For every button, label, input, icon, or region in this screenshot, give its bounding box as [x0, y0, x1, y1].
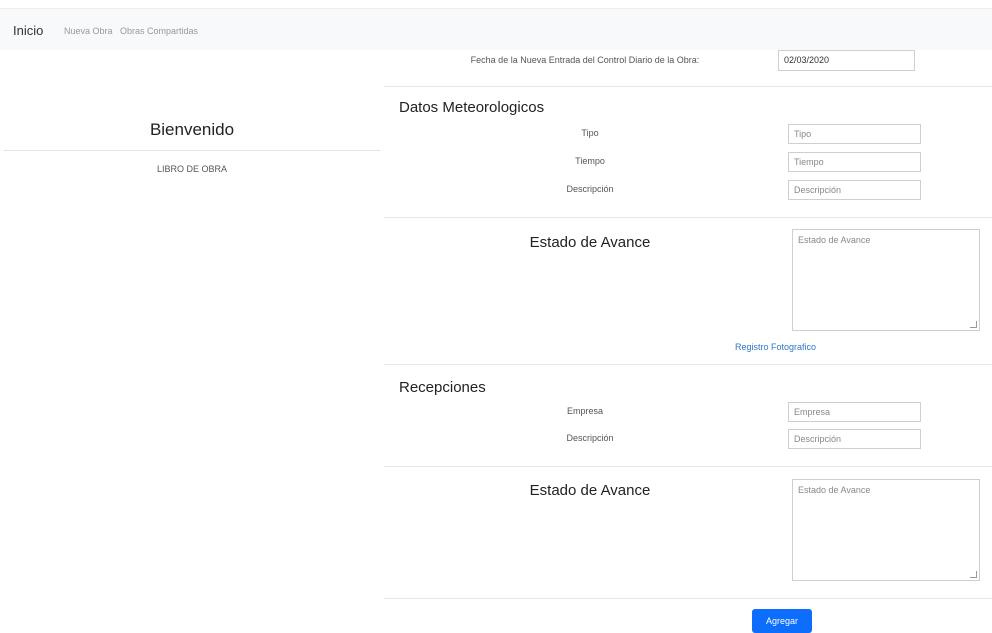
nav-link-nueva-obra[interactable]: Nueva Obra — [64, 26, 113, 36]
nav-brand-inicio[interactable]: Inicio — [13, 23, 43, 38]
recepciones-descripcion-input[interactable]: Descripción — [788, 429, 921, 449]
tipo-label: Tipo — [581, 128, 599, 138]
sidebar-subtitle: LIBRO DE OBRA — [156, 164, 228, 174]
agregar-button[interactable]: Agregar — [752, 609, 812, 633]
weather-descripcion-input[interactable]: Descripción — [788, 180, 921, 200]
tipo-input[interactable]: Tipo — [788, 124, 921, 144]
welcome-title: Bienvenido — [149, 120, 235, 139]
weather-descripcion-label: Descripción — [566, 184, 614, 194]
tiempo-input[interactable]: Tiempo — [788, 152, 921, 172]
empresa-label: Empresa — [566, 406, 603, 416]
avance-title-1: Estado de Avance — [529, 234, 651, 251]
recepciones-descripcion-label: Descripción — [566, 433, 614, 443]
avance-title-2: Estado de Avance — [529, 482, 651, 499]
date-label: Fecha de la Nueva Entrada del Control Di… — [470, 55, 700, 65]
divider — [384, 466, 992, 467]
divider — [384, 86, 992, 87]
weather-section-title: Datos Meteorologicos — [399, 99, 545, 116]
nav-link-obras-compartidas[interactable]: Obras Compartidas — [120, 26, 198, 36]
date-input[interactable]: 02/03/2020 — [778, 50, 915, 71]
empresa-input[interactable]: Empresa — [788, 402, 921, 422]
divider — [384, 364, 992, 365]
avance-textarea-2[interactable]: Estado de Avance — [792, 479, 980, 581]
avance-textarea-1[interactable]: Estado de Avance — [792, 229, 980, 331]
tiempo-label: Tiempo — [575, 156, 605, 166]
divider — [384, 217, 992, 218]
divider — [384, 598, 992, 599]
registro-fotografico-link[interactable]: Registro Fotografico — [735, 342, 816, 352]
navbar: Inicio Nueva Obra Obras Compartidas — [0, 8, 992, 50]
recepciones-section-title: Recepciones — [399, 379, 486, 396]
sidebar-divider — [4, 150, 380, 151]
